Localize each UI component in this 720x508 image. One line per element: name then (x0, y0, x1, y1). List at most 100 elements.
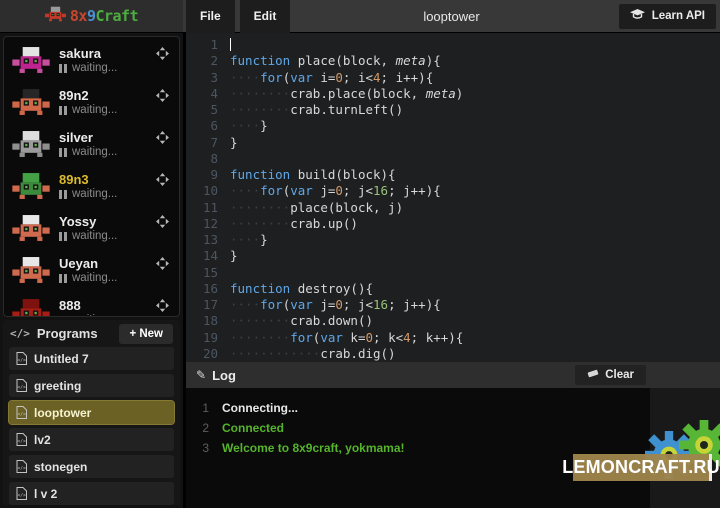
learn-api-label: Learn API (652, 10, 705, 22)
code-text: function build(block){ (230, 167, 396, 183)
code-line: 6····} (186, 118, 720, 134)
svg-text:</>: </> (18, 439, 27, 445)
code-editor[interactable]: 12function place(block, meta){3····for(v… (186, 33, 720, 362)
player-info: Yossy waiting... (59, 214, 117, 242)
file-menu-button[interactable]: File (186, 0, 235, 33)
line-number: 5 (186, 102, 230, 118)
learn-api-button[interactable]: Learn API (619, 4, 716, 29)
svg-text:</>: </> (18, 493, 27, 499)
program-item[interactable]: </>stonegen (9, 455, 174, 478)
move-arrows-icon (156, 257, 169, 270)
player-status: waiting... (59, 272, 117, 284)
player-name: sakura (59, 46, 117, 61)
log-body: 1Connecting...2Connected3Welcome to 8x9c… (186, 388, 720, 508)
log-title: Log (212, 368, 236, 383)
log-line: 2Connected (186, 418, 650, 438)
pause-icon (59, 232, 67, 241)
log-line-number: 3 (186, 441, 222, 455)
crab-avatar (12, 214, 50, 242)
player-info: sakura waiting... (59, 46, 117, 74)
player-list: sakura waiting... 89n2 waiting... silver… (3, 36, 180, 317)
code-line: 7} (186, 135, 720, 151)
log-line-number: 2 (186, 421, 222, 435)
program-file-icon: </> (16, 460, 27, 473)
log-header: ✎ Log Clear (186, 362, 720, 388)
player-row[interactable]: 89n2 waiting... (4, 81, 179, 123)
move-player-icon[interactable] (148, 215, 169, 233)
code-text (230, 37, 231, 53)
menu-bar: File Edit looptower Learn API (183, 0, 720, 32)
code-line: 16function destroy(){ (186, 281, 720, 297)
svg-text:</>: </> (18, 412, 27, 418)
line-number: 1 (186, 37, 230, 53)
player-info: 89n3 waiting... (59, 172, 117, 200)
program-item[interactable]: </>looptower (9, 401, 174, 424)
code-text: function destroy(){ (230, 281, 373, 297)
line-number: 18 (186, 313, 230, 329)
graduation-cap-icon (630, 9, 645, 23)
move-player-icon[interactable] (148, 131, 169, 149)
player-name: silver (59, 130, 117, 145)
line-number: 3 (186, 70, 230, 86)
program-label: greeting (34, 379, 81, 393)
svg-text:</>: </> (18, 466, 27, 472)
svg-text:</>: </> (18, 385, 27, 391)
code-line: 9function build(block){ (186, 167, 720, 183)
player-status: waiting... (59, 62, 117, 74)
pause-icon (59, 148, 67, 157)
program-label: l v 2 (34, 487, 57, 501)
clear-log-button[interactable]: Clear (575, 365, 646, 385)
edit-menu-button[interactable]: Edit (240, 0, 291, 33)
programs-panel: </> Programs + New </>Untitled 7 </> greet… (3, 320, 180, 505)
program-item[interactable]: </>lv2 (9, 428, 174, 451)
code-line: 20············crab.dig() (186, 346, 720, 362)
player-status: waiting... (59, 188, 117, 200)
player-row[interactable]: 888 waiting... (4, 291, 179, 317)
new-program-button[interactable]: + New (119, 324, 173, 344)
code-text: ····} (230, 232, 268, 248)
clear-label: Clear (605, 369, 634, 381)
move-arrows-icon (156, 299, 169, 312)
code-line: 18········crab.down() (186, 313, 720, 329)
log-panel: ✎ Log Clear 1Connecting...2Connected3Wel… (186, 362, 720, 508)
code-line: 4········crab.place(block, meta) (186, 86, 720, 102)
code-line: 15 (186, 265, 720, 281)
crab-avatar (12, 172, 50, 200)
pause-icon (59, 274, 67, 283)
code-line: 2function place(block, meta){ (186, 53, 720, 69)
app-window: 8x9Craft File Edit looptower Learn API s… (0, 0, 720, 508)
code-line: 5········crab.turnLeft() (186, 102, 720, 118)
program-item[interactable]: </>Untitled 7 (9, 347, 174, 370)
move-player-icon[interactable] (148, 89, 169, 107)
player-name: Yossy (59, 214, 117, 229)
code-text: ········crab.up() (230, 216, 358, 232)
program-item[interactable]: </> greeting (9, 374, 174, 397)
move-player-icon[interactable] (148, 257, 169, 275)
player-row[interactable]: Yossy waiting... (4, 207, 179, 249)
log-message: Connected (222, 421, 284, 435)
player-name: 89n3 (59, 172, 117, 187)
player-row[interactable]: silver waiting... (4, 123, 179, 165)
move-player-icon[interactable] (148, 47, 169, 65)
programs-header: </> Programs + New (3, 320, 180, 347)
player-row[interactable]: Ueyan waiting... (4, 249, 179, 291)
program-item[interactable]: </> l v 2 (9, 482, 174, 505)
code-line: 1 (186, 37, 720, 53)
player-info: 89n2 waiting... (59, 88, 117, 116)
log-line-number: 1 (186, 401, 222, 415)
move-player-icon[interactable] (148, 299, 169, 317)
log-content: 1Connecting...2Connected3Welcome to 8x9c… (186, 388, 650, 508)
code-text: ····for(var i=0; i<4; i++){ (230, 70, 433, 86)
move-arrows-icon (156, 89, 169, 102)
program-file-icon: </> (16, 406, 27, 419)
line-number: 17 (186, 297, 230, 313)
move-player-icon[interactable] (148, 173, 169, 191)
player-row[interactable]: sakura waiting... (4, 39, 179, 81)
program-list: </>Untitled 7</>greeting</>looptower</>l… (3, 347, 180, 505)
player-row[interactable]: 89n3 waiting... (4, 165, 179, 207)
code-line: 10····for(var j=0; j<16; j++){ (186, 183, 720, 199)
player-name: Ueyan (59, 256, 117, 271)
logo-text: 8x9Craft (70, 7, 138, 25)
player-status: waiting... (59, 104, 117, 116)
watermark-banner: LEMONCRAFT.RU (573, 454, 712, 481)
